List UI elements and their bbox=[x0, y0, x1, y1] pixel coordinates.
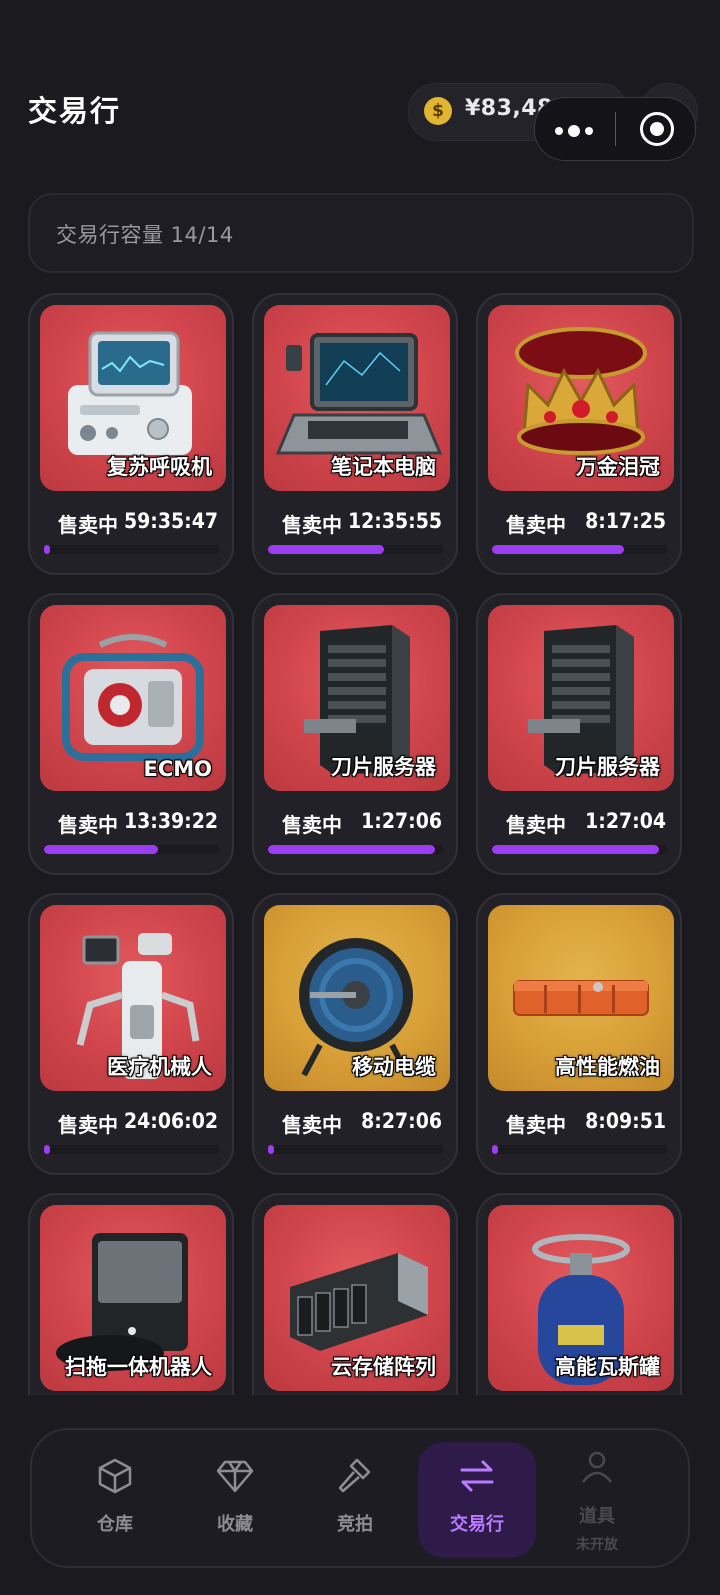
box-icon bbox=[98, 1458, 132, 1494]
progress-fill bbox=[44, 545, 50, 554]
listing-card[interactable]: 高性能燃油 售卖中 8:09:51 bbox=[476, 893, 682, 1175]
countdown-timer: 1:27:06 bbox=[361, 809, 442, 833]
listing-card[interactable]: 扫拖一体机器人 bbox=[28, 1193, 234, 1395]
progress-track bbox=[44, 1145, 220, 1154]
countdown-timer: 12:35:55 bbox=[348, 509, 442, 533]
person-icon bbox=[582, 1451, 612, 1483]
item-name: 高性能燃油 bbox=[555, 1055, 660, 1079]
item-thumbnail: 医疗机械人 bbox=[40, 905, 226, 1091]
progress-fill bbox=[492, 1145, 498, 1154]
status-label: 售卖中 bbox=[506, 513, 566, 537]
progress-fill bbox=[492, 845, 660, 854]
listing-card[interactable]: 笔记本电脑 售卖中 12:35:55 bbox=[252, 293, 458, 575]
listing-card[interactable]: 万金泪冠 售卖中 8:17:25 bbox=[476, 293, 682, 575]
item-name: 云存储阵列 bbox=[331, 1355, 436, 1379]
countdown-timer: 8:17:25 bbox=[585, 509, 666, 533]
item-thumbnail: 复苏呼吸机 bbox=[40, 305, 226, 491]
progress-track bbox=[492, 545, 668, 554]
item-name: 移动电缆 bbox=[352, 1055, 436, 1079]
status-label: 售卖中 bbox=[58, 513, 118, 537]
progress-track bbox=[44, 845, 220, 854]
countdown-timer: 1:27:04 bbox=[585, 809, 666, 833]
progress-fill bbox=[492, 545, 624, 554]
item-name: 刀片服务器 bbox=[331, 755, 436, 779]
item-thumbnail: 刀片服务器 bbox=[488, 605, 674, 791]
item-name: 医疗机械人 bbox=[107, 1055, 212, 1079]
bottom-tab-bar: 仓库 收藏 竞拍 交易行 道具 未开放 bbox=[30, 1428, 690, 1568]
countdown-timer: 13:39:22 bbox=[124, 809, 218, 833]
exchange-arrows-icon bbox=[460, 1460, 494, 1492]
progress-fill bbox=[44, 1145, 50, 1154]
listing-card[interactable]: 云存储阵列 bbox=[252, 1193, 458, 1395]
progress-fill bbox=[268, 545, 385, 554]
progress-track bbox=[268, 1145, 444, 1154]
item-thumbnail: 万金泪冠 bbox=[488, 305, 674, 491]
tab-trading[interactable]: 交易行 bbox=[418, 1442, 536, 1558]
progress-track bbox=[492, 1145, 668, 1154]
listing-card[interactable]: 复苏呼吸机 售卖中 59:35:47 bbox=[28, 293, 234, 575]
item-name: 扫拖一体机器人 bbox=[65, 1355, 212, 1379]
status-label: 售卖中 bbox=[58, 813, 118, 837]
status-label: 售卖中 bbox=[506, 1113, 566, 1137]
tab-label: 仓库 bbox=[97, 1514, 133, 1535]
status-label: 售卖中 bbox=[282, 813, 342, 837]
countdown-timer: 8:09:51 bbox=[585, 1109, 666, 1133]
item-thumbnail: ECMO bbox=[40, 605, 226, 791]
item-name: 万金泪冠 bbox=[576, 455, 660, 479]
tab-items[interactable]: 道具 未开放 bbox=[538, 1442, 656, 1558]
item-name: ECMO bbox=[143, 757, 212, 781]
item-name: 笔记本电脑 bbox=[331, 455, 436, 479]
status-label: 售卖中 bbox=[58, 1113, 118, 1137]
countdown-timer: 8:27:06 bbox=[361, 1109, 442, 1133]
progress-track bbox=[268, 545, 444, 554]
tab-label: 竞拍 bbox=[337, 1514, 373, 1535]
progress-track bbox=[44, 545, 220, 554]
progress-fill bbox=[44, 845, 159, 854]
status-label: 售卖中 bbox=[506, 813, 566, 837]
status-label: 售卖中 bbox=[282, 1113, 342, 1137]
listing-card[interactable]: 移动电缆 售卖中 8:27:06 bbox=[252, 893, 458, 1175]
progress-track bbox=[268, 845, 444, 854]
tab-label: 收藏 bbox=[217, 1514, 253, 1535]
progress-track bbox=[492, 845, 668, 854]
tab-label: 道具 bbox=[579, 1506, 615, 1527]
countdown-timer: 24:06:02 bbox=[124, 1109, 218, 1133]
listing-card[interactable]: 高能瓦斯罐 bbox=[476, 1193, 682, 1395]
item-name: 复苏呼吸机 bbox=[107, 455, 212, 479]
tab-collection[interactable]: 收藏 bbox=[176, 1442, 294, 1558]
countdown-timer: 59:35:47 bbox=[124, 509, 218, 533]
tab-auction[interactable]: 竞拍 bbox=[296, 1442, 414, 1558]
item-thumbnail: 扫拖一体机器人 bbox=[40, 1205, 226, 1391]
status-label: 售卖中 bbox=[282, 513, 342, 537]
item-thumbnail: 移动电缆 bbox=[264, 905, 450, 1091]
listing-card[interactable]: ECMO 售卖中 13:39:22 bbox=[28, 593, 234, 875]
item-thumbnail: 高能瓦斯罐 bbox=[488, 1205, 674, 1391]
tab-warehouse[interactable]: 仓库 bbox=[56, 1442, 174, 1558]
progress-fill bbox=[268, 1145, 274, 1154]
tab-label: 交易行 bbox=[450, 1514, 504, 1535]
item-thumbnail: 笔记本电脑 bbox=[264, 305, 450, 491]
item-thumbnail: 云存储阵列 bbox=[264, 1205, 450, 1391]
progress-fill bbox=[268, 845, 436, 854]
listing-grid: 复苏呼吸机 售卖中 59:35:47 笔记本电脑 售卖中 12:35:55 万金… bbox=[0, 0, 720, 1395]
item-thumbnail: 刀片服务器 bbox=[264, 605, 450, 791]
item-thumbnail: 高性能燃油 bbox=[488, 905, 674, 1091]
diamond-icon bbox=[216, 1460, 254, 1493]
listing-card[interactable]: 刀片服务器 售卖中 1:27:06 bbox=[252, 593, 458, 875]
listing-card[interactable]: 刀片服务器 售卖中 1:27:04 bbox=[476, 593, 682, 875]
gavel-icon bbox=[338, 1458, 371, 1493]
item-name: 高能瓦斯罐 bbox=[555, 1355, 660, 1379]
tab-sublabel: 未开放 bbox=[576, 1537, 618, 1553]
item-name: 刀片服务器 bbox=[555, 755, 660, 779]
listing-card[interactable]: 医疗机械人 售卖中 24:06:02 bbox=[28, 893, 234, 1175]
